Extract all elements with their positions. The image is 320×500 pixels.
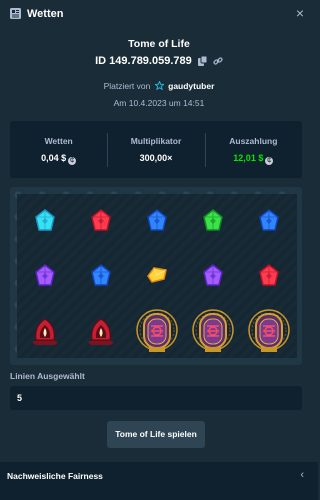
copy-icon[interactable]	[197, 55, 208, 66]
payout-value-row: 12,01 $ ₵	[205, 153, 302, 165]
bet-id-row: ID 149.789.059.789	[0, 55, 318, 67]
wager-value-row: 0,04 $ ₵	[10, 153, 107, 165]
game-title[interactable]: Tome of Life	[0, 38, 318, 50]
tome-portal-icon	[129, 304, 185, 358]
placed-by: Platziert von gaudytuber	[0, 80, 318, 91]
flame-altar-icon	[73, 304, 129, 358]
payout-label: Auszahlung	[229, 136, 278, 146]
multiplier-value: 300,00×	[139, 153, 173, 163]
gem-yellow-icon	[129, 249, 185, 303]
gem-blue-icon	[241, 194, 297, 248]
wager-value: 0,04 $	[41, 153, 67, 163]
close-button[interactable]: ×	[296, 5, 304, 21]
star-icon	[153, 80, 165, 91]
gem-green-icon	[185, 194, 241, 248]
slot-reels	[17, 194, 297, 358]
gem-cyan-icon	[17, 194, 73, 248]
bet-id: ID 149.789.059.789	[95, 55, 192, 67]
bet-stats: Wetten 0,04 $ ₵ Multiplikator 300,00× Aus…	[10, 121, 302, 178]
modal-title: Wetten	[27, 8, 64, 20]
stat-wager: Wetten 0,04 $ ₵	[10, 121, 107, 178]
provable-fairness-section[interactable]: Nachweisliche Fairness ‹	[0, 462, 318, 500]
stat-multiplier: Multiplikator 300,00×	[107, 121, 204, 178]
lines-label: Linien Ausgewählt	[10, 371, 85, 381]
placed-by-prefix: Platziert von	[103, 81, 151, 91]
link-icon[interactable]	[213, 56, 223, 66]
lines-value: 5	[17, 393, 23, 403]
stat-payout: Auszahlung 12,01 $ ₵	[204, 121, 302, 178]
gem-blue-icon	[73, 249, 129, 303]
fairness-label: Nachweisliche Fairness	[7, 471, 103, 481]
coin-icon: ₵	[68, 157, 77, 165]
tome-portal-icon	[241, 304, 297, 358]
gem-purple-icon	[185, 249, 241, 303]
gem-red-icon	[241, 249, 297, 303]
gem-blue-icon	[129, 194, 185, 248]
flame-altar-icon	[17, 304, 73, 358]
payout-value: 12,01 $	[233, 153, 264, 163]
modal-header: Wetten ×	[0, 0, 318, 28]
username[interactable]: gaudytuber	[168, 81, 214, 91]
bets-icon	[10, 8, 21, 19]
bet-date: Am 10.4.2023 um 14:51	[113, 98, 205, 108]
tome-portal-icon	[185, 304, 241, 358]
multiplier-label: Multiplikator	[130, 136, 182, 146]
play-game-button[interactable]: Tome of Life spielen	[107, 421, 205, 448]
gem-red-icon	[73, 194, 129, 248]
chevron-left-icon[interactable]: ‹	[300, 469, 304, 481]
coin-icon: ₵	[265, 157, 274, 165]
wager-label: Wetten	[44, 136, 73, 146]
lines-input[interactable]: 5	[10, 386, 302, 410]
gem-purple-icon	[17, 249, 73, 303]
